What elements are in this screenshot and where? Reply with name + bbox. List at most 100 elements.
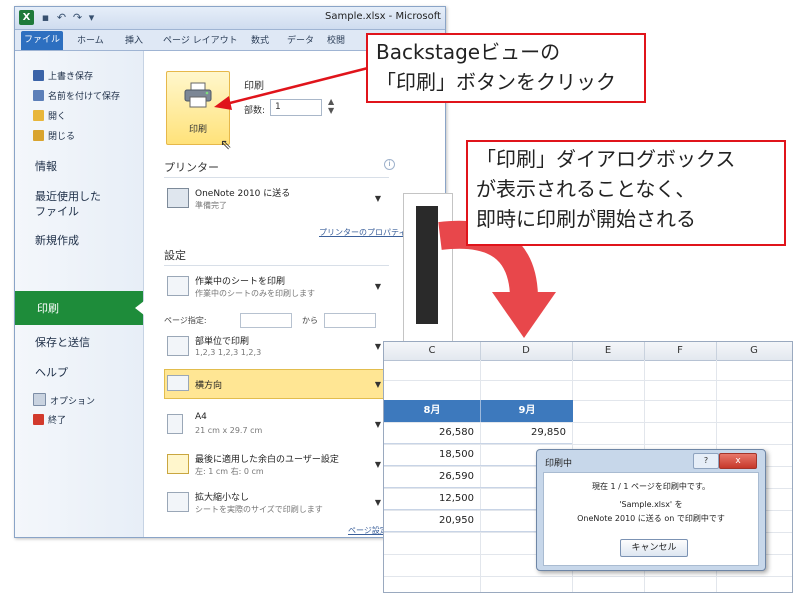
menu-exit-label: 終了 [48, 416, 67, 426]
column-header[interactable]: D [480, 342, 573, 360]
chevron-down-icon: ▼ [374, 342, 381, 351]
data-cell[interactable]: 29,850 [480, 422, 572, 444]
chevron-down-icon: ▼ [374, 420, 381, 429]
column-header[interactable]: E [572, 342, 645, 360]
excel-app-icon: X [19, 10, 34, 25]
printing-dialog: 印刷中 ? x 現在 1 / 1 ページを印刷中です。 'Sample.xlsx… [536, 449, 766, 571]
folder-open-icon [33, 110, 44, 121]
menu-close[interactable]: 閉じる [33, 129, 75, 142]
menu-new[interactable]: 新規作成 [35, 233, 79, 248]
menu-print[interactable]: 印刷 [15, 291, 143, 325]
tab-page-layout[interactable]: ページ レイアウト [163, 33, 238, 46]
setting-main: 拡大縮小なし [195, 493, 250, 503]
close-button[interactable]: x [719, 453, 757, 469]
undo-icon[interactable]: ↶ [55, 11, 68, 24]
tab-file[interactable]: ファイル [21, 31, 63, 50]
printer-select[interactable]: OneNote 2010 に送る 準備完了 ▼ [164, 183, 386, 217]
tab-review[interactable]: 校閲 [327, 33, 345, 46]
folder-close-icon [33, 130, 44, 141]
copies-label: 部数: [244, 106, 266, 116]
title-bar: X ▪ ↶ ↷ ▾ Sample.xlsx - Microsoft E [15, 7, 445, 30]
menu-options-label: オプション [50, 397, 96, 407]
chevron-down-icon: ▼ [374, 282, 381, 291]
redo-icon[interactable]: ↷ [71, 11, 84, 24]
month-header-cell[interactable]: 8月 [384, 400, 480, 422]
scaling-icon [167, 492, 189, 512]
printer-device-icon [167, 188, 189, 208]
help-button[interactable]: ? [693, 453, 719, 469]
menu-options[interactable]: オプション [33, 393, 95, 407]
page-to-input[interactable] [324, 313, 376, 328]
page-setup-link[interactable]: ページ設定 [348, 525, 388, 536]
setting-main: A4 [195, 412, 207, 422]
tab-data[interactable]: データ [287, 33, 314, 46]
menu-save[interactable]: 上書き保存 [33, 69, 93, 82]
chevron-down-icon: ▼ [374, 498, 381, 507]
cancel-button[interactable]: キャンセル [620, 539, 688, 557]
menu-recent-line2[interactable]: ファイル [35, 204, 79, 219]
printer-icon [184, 82, 212, 108]
callout-line: 即時に印刷が開始される [476, 207, 696, 231]
tab-formulas[interactable]: 数式 [251, 33, 269, 46]
tab-home[interactable]: ホーム [77, 33, 104, 46]
info-icon[interactable]: i [384, 159, 395, 170]
column-header[interactable]: G [716, 342, 792, 360]
column-header[interactable]: C [384, 342, 481, 360]
month-header-cell[interactable]: 9月 [480, 400, 573, 422]
setting-main: 部単位で印刷 [195, 337, 250, 347]
setting-scaling[interactable]: 拡大縮小なし シートを実際のサイズで印刷します ▼ [164, 487, 386, 521]
data-cell[interactable]: 20,950 [384, 510, 480, 532]
menu-print-label: 印刷 [37, 302, 59, 315]
callout-line: 「印刷」ボタンをクリック [376, 70, 616, 94]
menu-save-send[interactable]: 保存と送信 [35, 335, 90, 350]
data-cell[interactable]: 26,580 [384, 422, 480, 444]
grid-line [384, 576, 792, 577]
menu-selected-pointer [135, 301, 144, 315]
setting-collate[interactable]: 部単位で印刷 1,2,3 1,2,3 1,2,3 ▼ [164, 331, 386, 365]
window-title: Sample.xlsx - Microsoft E [325, 11, 446, 22]
curved-arrowhead-icon [492, 292, 556, 338]
menu-open[interactable]: 開く [33, 109, 66, 122]
spin-down-icon[interactable]: ▼ [328, 106, 334, 115]
setting-orientation[interactable]: 横方向 ▼ [164, 369, 386, 399]
callout-line: Backstageビューの [376, 40, 561, 64]
save-as-icon [33, 90, 44, 101]
save-icon[interactable]: ▪ [39, 11, 52, 24]
data-cell[interactable]: 18,500 [384, 444, 480, 466]
callout-line: 「印刷」ダイアログボックス [476, 147, 736, 171]
copies-spinner[interactable]: ▲ ▼ [328, 97, 334, 115]
grid-line [384, 380, 792, 381]
menu-info[interactable]: 情報 [35, 159, 57, 174]
preview-sheet [416, 206, 438, 324]
print-button[interactable]: 印刷 [166, 71, 230, 145]
settings-section-title: 設定 [164, 249, 186, 262]
menu-save-as[interactable]: 名前を付けて保存 [33, 89, 120, 102]
callout-no-dialog: 「印刷」ダイアログボックス が表示されることなく、 即時に印刷が開始される [466, 140, 786, 246]
qat-customize-icon[interactable]: ▾ [85, 11, 98, 24]
data-cell[interactable]: 26,590 [384, 466, 480, 488]
menu-exit[interactable]: 終了 [33, 413, 66, 426]
setting-margins[interactable]: 最後に適用した余白のユーザー設定 左: 1 cm 右: 0 cm ▼ [164, 449, 386, 483]
column-header[interactable]: F [644, 342, 717, 360]
menu-save-as-label: 名前を付けて保存 [48, 92, 121, 102]
setting-sub: 左: 1 cm 右: 0 cm [195, 467, 264, 476]
menu-help[interactable]: ヘルプ [35, 365, 68, 380]
mouse-cursor-icon: ⇖ [220, 137, 232, 153]
menu-recent-line1[interactable]: 最近使用した [35, 189, 101, 204]
spin-up-icon[interactable]: ▲ [328, 97, 334, 106]
paper-icon [167, 414, 183, 434]
page-from-input[interactable] [240, 313, 292, 328]
column-header-row: C D E F G [384, 342, 792, 361]
dialog-title: 印刷中 [545, 459, 573, 469]
save-icon [33, 70, 44, 81]
setting-paper-size[interactable]: A4 21 cm x 29.7 cm ▼ [164, 409, 386, 443]
setting-sub: シートを実際のサイズで印刷します [195, 505, 323, 514]
setting-print-what[interactable]: 作業中のシートを印刷 作業中のシートのみを印刷します ▼ [164, 271, 386, 305]
tab-insert[interactable]: 挿入 [125, 33, 143, 46]
data-cell[interactable]: 12,500 [384, 488, 480, 510]
collate-icon [167, 336, 189, 356]
printer-properties-link[interactable]: プリンターのプロパティ [319, 227, 407, 238]
section-divider [164, 265, 389, 266]
menu-close-label: 閉じる [48, 132, 76, 142]
copies-input[interactable]: 1 [270, 99, 322, 116]
